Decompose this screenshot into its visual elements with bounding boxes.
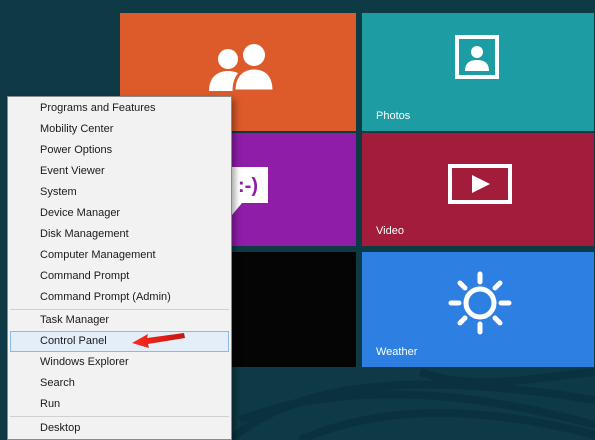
video-tile[interactable]: Video (362, 133, 594, 246)
photos-tile-label: Photos (376, 110, 411, 122)
menu-item-control-panel[interactable]: Control Panel (10, 331, 229, 352)
menu-item-device-manager[interactable]: Device Manager (10, 203, 229, 224)
weather-tile[interactable]: Weather (362, 252, 594, 367)
menu-item-search[interactable]: Search (10, 373, 229, 394)
photos-tile[interactable]: Photos (362, 13, 594, 131)
menu-separator (10, 416, 229, 417)
menu-item-system[interactable]: System (10, 182, 229, 203)
menu-item-event-viewer[interactable]: Event Viewer (10, 161, 229, 182)
power-user-menu: Programs and Features Mobility Center Po… (7, 96, 232, 440)
svg-text::-): :-) (238, 175, 258, 197)
menu-item-task-manager[interactable]: Task Manager (10, 310, 229, 331)
menu-item-command-prompt[interactable]: Command Prompt (10, 266, 229, 287)
video-tile-label: Video (376, 225, 404, 237)
red-arrow-icon (132, 333, 185, 348)
menu-item-disk-management[interactable]: Disk Management (10, 224, 229, 245)
menu-item-run[interactable]: Run (10, 394, 229, 415)
menu-item-desktop[interactable]: Desktop (10, 418, 229, 439)
menu-item-power-options[interactable]: Power Options (10, 140, 229, 161)
menu-item-computer-management[interactable]: Computer Management (10, 245, 229, 266)
menu-item-programs-and-features[interactable]: Programs and Features (10, 98, 229, 119)
menu-item-mobility-center[interactable]: Mobility Center (10, 119, 229, 140)
weather-tile-label: Weather (376, 346, 418, 358)
menu-item-command-prompt-admin[interactable]: Command Prompt (Admin) (10, 287, 229, 308)
menu-item-windows-explorer[interactable]: Windows Explorer (10, 352, 229, 373)
